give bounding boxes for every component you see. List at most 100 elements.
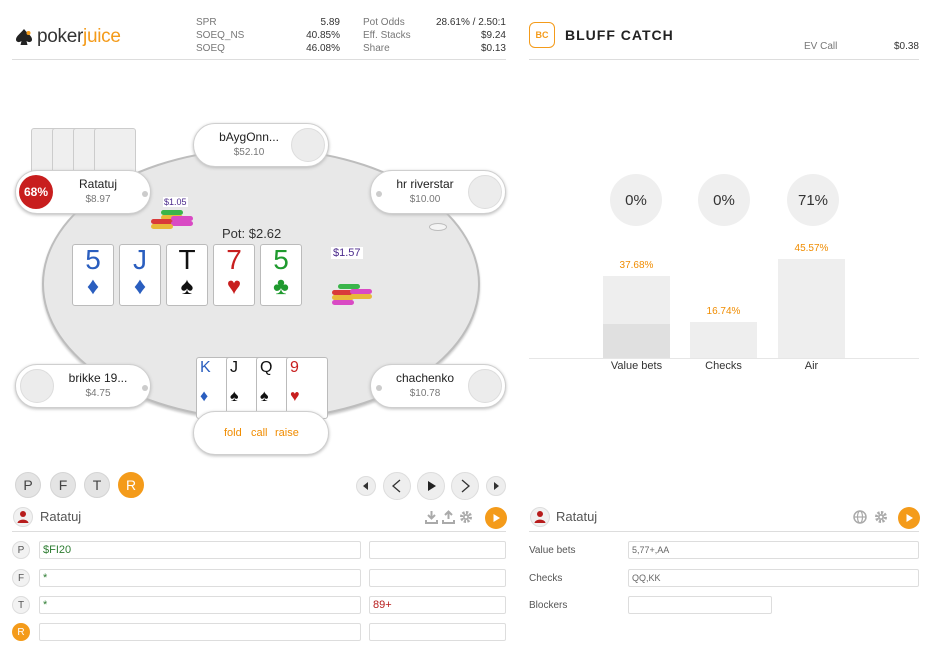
card-rank: 7	[226, 244, 242, 275]
seat-stack: $52.10	[233, 147, 265, 158]
checks-label: Checks	[529, 573, 563, 584]
seat-ratatuj[interactable]: 68% Ratatuj $8.97	[15, 170, 151, 214]
bar-air	[778, 258, 845, 358]
seat-name: hr riverstar	[396, 177, 454, 191]
board-card: T ♠	[166, 244, 208, 306]
soeq-value: 46.08%	[306, 43, 340, 54]
street-flop-button[interactable]: F	[50, 472, 76, 498]
triangle-left-icon	[363, 482, 368, 490]
card-rank: T	[178, 244, 196, 275]
seat-hr-riverstar[interactable]: hr riverstar $10.00	[370, 170, 506, 214]
air-circle: 71%	[787, 174, 839, 226]
globe-icon[interactable]	[853, 510, 867, 529]
raise-button[interactable]: raise	[275, 427, 299, 439]
chip-stack-icon	[151, 208, 195, 232]
gear-icon[interactable]	[459, 510, 473, 529]
player-name: Ratatuj	[40, 509, 82, 524]
card-suit: ♦	[86, 273, 100, 300]
row-label-turn: T	[12, 596, 30, 614]
eff-stacks-value: $9.24	[480, 30, 506, 41]
play-range-button[interactable]	[898, 507, 920, 529]
card-rank: K	[200, 359, 211, 376]
range-input-preflop[interactable]: $FI20	[39, 541, 361, 559]
bar-category-label: Value bets	[610, 360, 663, 372]
range-extra-turn[interactable]: 89+	[369, 596, 506, 614]
bc-badge-icon: BC	[529, 22, 555, 48]
next-button[interactable]	[451, 472, 479, 500]
range-input-turn[interactable]: *	[39, 596, 361, 614]
bluff-catch-title: BLUFF CATCH	[565, 27, 674, 43]
dealer-dot	[376, 191, 382, 197]
prev-button[interactable]	[383, 472, 411, 500]
board-card: 5 ♣	[260, 244, 302, 306]
card-suit: ♦	[133, 273, 147, 300]
panel-divider	[529, 531, 919, 532]
user-icon	[13, 507, 33, 527]
card-rank: 5	[85, 244, 101, 275]
download-icon[interactable]	[425, 510, 438, 529]
logo-text-juice: juice	[83, 26, 121, 47]
bet-amount-ratatuj: $1.05	[163, 197, 188, 207]
bar-percent-label: 45.57%	[794, 242, 829, 254]
range-extra-river[interactable]	[369, 623, 506, 641]
hero-hole-card: 9 ♥	[286, 357, 328, 419]
seat-name: chachenko	[395, 371, 455, 385]
play-range-button[interactable]	[485, 507, 507, 529]
street-river-button[interactable]: R	[118, 472, 144, 498]
avatar	[468, 175, 502, 209]
play-button[interactable]	[417, 472, 445, 500]
share-label: Share	[363, 43, 390, 54]
blockers-input[interactable]	[628, 596, 772, 614]
seat-stack: $10.00	[409, 194, 441, 205]
bar-checks	[690, 321, 757, 358]
checks-input[interactable]: QQ,KK	[628, 569, 919, 587]
dealer-dot	[376, 385, 382, 391]
ev-call-label: EV Call	[804, 41, 838, 52]
board-card: 7 ♥	[213, 244, 255, 306]
range-extra-flop[interactable]	[369, 569, 506, 587]
spade-logo-icon	[16, 29, 32, 45]
card-suit: ♥	[290, 388, 300, 405]
header-divider	[529, 59, 919, 60]
skip-forward-button[interactable]	[486, 476, 506, 496]
call-button[interactable]: call	[251, 427, 268, 439]
soeq-ns-label: SOEQ_NS	[196, 30, 245, 41]
upload-icon[interactable]	[442, 510, 455, 529]
seat-brikke[interactable]: brikke 19... $4.75	[15, 364, 151, 408]
seat-top[interactable]: bAygOnn... $52.10	[193, 123, 329, 167]
ev-call-value: $0.38	[893, 41, 919, 52]
pot-odds-value: 28.61% / 2.50:1	[435, 17, 506, 28]
value-bets-circle: 0%	[610, 174, 662, 226]
gear-icon[interactable]	[874, 510, 888, 529]
play-icon	[428, 481, 436, 491]
range-input-flop[interactable]: *	[39, 569, 361, 587]
row-label-flop: F	[12, 569, 30, 587]
seat-name: Ratatuj	[78, 177, 118, 191]
street-preflop-button[interactable]: P	[15, 472, 41, 498]
header-divider	[12, 59, 506, 60]
avatar	[20, 369, 54, 403]
street-turn-button[interactable]: T	[84, 472, 110, 498]
range-input-river[interactable]	[39, 623, 361, 641]
seat-chachenko[interactable]: chachenko $10.78	[370, 364, 506, 408]
soeq-ns-value: 40.85%	[306, 30, 340, 41]
skip-back-button[interactable]	[356, 476, 376, 496]
row-label-river: R	[12, 623, 30, 641]
card-rank: Q	[260, 359, 273, 376]
card-suit: ♠	[180, 273, 194, 300]
equity-badge: 68%	[19, 175, 53, 209]
board-card: J ♦	[119, 244, 161, 306]
range-extra-preflop[interactable]	[369, 541, 506, 559]
chevron-left-icon	[392, 479, 401, 493]
value-bets-input[interactable]: 5,77+,AA	[628, 541, 919, 559]
seat-stack: $4.75	[85, 388, 111, 399]
pot-total: Pot: $2.62	[222, 226, 282, 241]
fold-button[interactable]: fold	[224, 427, 242, 439]
dealer-dot	[142, 385, 148, 391]
chevron-right-icon	[461, 479, 470, 493]
spr-value: 5.89	[320, 17, 340, 28]
bar-percent-label: 16.74%	[706, 305, 741, 317]
row-label-preflop: P	[12, 541, 30, 559]
bar-percent-label: 37.68%	[619, 259, 654, 271]
avatar	[291, 128, 325, 162]
